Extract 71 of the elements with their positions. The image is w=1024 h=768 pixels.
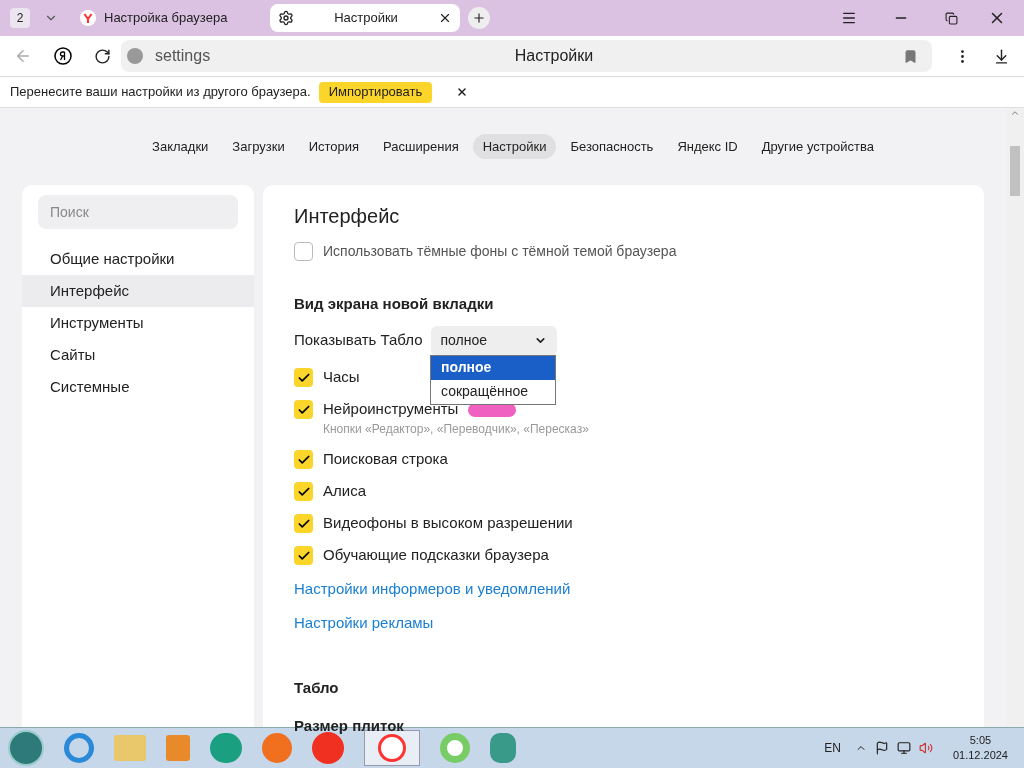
option-label: Обучающие подсказки браузера: [323, 545, 549, 566]
gear-icon: [278, 10, 294, 26]
settings-link[interactable]: Настройки информеров и уведомлений: [294, 577, 571, 600]
option-label: Часы: [323, 367, 360, 388]
close-icon[interactable]: [456, 86, 469, 98]
option-label: Использовать тёмные фоны с тёмной темой браузера: [323, 241, 677, 261]
nav-tab[interactable]: Загрузки: [222, 133, 295, 160]
nav-tab[interactable]: Безопасность: [560, 133, 664, 160]
display-select[interactable]: полное: [430, 325, 557, 356]
option-label: Поисковая строка: [323, 449, 448, 470]
section-heading: Табло: [294, 677, 340, 698]
logo-icon: [80, 10, 96, 26]
option-hint: Кнопки «Редактор», «Переводчик», «Пересказ»: [323, 420, 590, 438]
panel-title: Интерфейс: [294, 204, 401, 229]
restore-icon[interactable]: [945, 11, 958, 25]
logo-icon[interactable]: [54, 47, 72, 65]
scrollbar[interactable]: [1006, 108, 1024, 727]
url-text: settings: [155, 46, 212, 66]
reload-icon[interactable]: [94, 47, 111, 65]
checkbox[interactable]: [294, 400, 313, 419]
clock-date: 01.12.2024: [952, 748, 1008, 763]
volume-icon[interactable]: [918, 741, 933, 755]
checkbox[interactable]: [294, 514, 313, 533]
sidebar-item[interactable]: Сайты: [22, 339, 254, 371]
option-label: Алиса: [323, 481, 366, 502]
plus-icon: [472, 11, 486, 25]
close-icon[interactable]: [438, 11, 452, 25]
clock-time: 5:05: [969, 733, 992, 748]
start-button[interactable]: [8, 730, 44, 766]
checkbox[interactable]: [294, 450, 313, 469]
browser-tab[interactable]: Настройки: [270, 4, 460, 32]
new-tab-button[interactable]: [468, 7, 490, 29]
import-button[interactable]: Импортировать: [318, 81, 433, 103]
nav-tab[interactable]: Закладки: [142, 133, 219, 160]
section-heading: Вид экрана новой вкладки: [294, 294, 495, 314]
nav-tab[interactable]: Расширения: [373, 133, 469, 160]
dropdown-option[interactable]: полное: [431, 355, 555, 380]
site-icon: [127, 48, 143, 64]
app-icon[interactable]: [210, 733, 242, 763]
search-field[interactable]: Поиск: [38, 195, 238, 229]
page-title: Настройки: [513, 46, 595, 66]
scrollbar-thumb[interactable]: [1010, 146, 1020, 196]
checkbox[interactable]: [294, 241, 313, 261]
browser-tab[interactable]: Настройка браузера: [72, 4, 262, 32]
sidebar-item[interactable]: Инструменты: [22, 307, 254, 339]
language-indicator[interactable]: EN: [824, 739, 841, 757]
menu-icon[interactable]: [841, 10, 857, 26]
download-icon[interactable]: [993, 47, 1010, 65]
nav-tab[interactable]: История: [298, 133, 370, 160]
nav-tab[interactable]: Другие устройства: [751, 133, 884, 160]
settings-link[interactable]: Настройки рекламы: [294, 612, 434, 635]
select-label: Показывать Табло: [294, 330, 423, 351]
sidebar-item[interactable]: Общие настройки: [22, 243, 254, 275]
checkbox[interactable]: [294, 546, 313, 565]
scroll-up-icon[interactable]: [1010, 108, 1020, 118]
tab-title: Настройки: [333, 9, 399, 28]
nav-tab[interactable]: Яндекс ID: [667, 133, 748, 160]
tab-counter[interactable]: 2: [10, 8, 30, 28]
checkbox[interactable]: [294, 482, 313, 501]
bookmark-icon[interactable]: [903, 48, 918, 64]
infobar-text: Перенесите ваши настройки из другого браузера.: [10, 83, 311, 102]
subsection-heading: Размер плиток: [294, 716, 405, 736]
sidebar-item[interactable]: Системные: [22, 371, 254, 403]
back-icon[interactable]: [14, 47, 32, 65]
option-label: Видеофоны в высоком разрешении: [323, 513, 573, 534]
address-field[interactable]: settings Настройки: [121, 40, 932, 72]
flag-icon[interactable]: [874, 741, 889, 755]
checkbox[interactable]: [294, 368, 313, 387]
sidebar-item[interactable]: Интерфейс: [22, 275, 254, 307]
nav-tab[interactable]: Настройки: [472, 133, 557, 160]
tab-title: Настройка браузера: [104, 9, 229, 28]
